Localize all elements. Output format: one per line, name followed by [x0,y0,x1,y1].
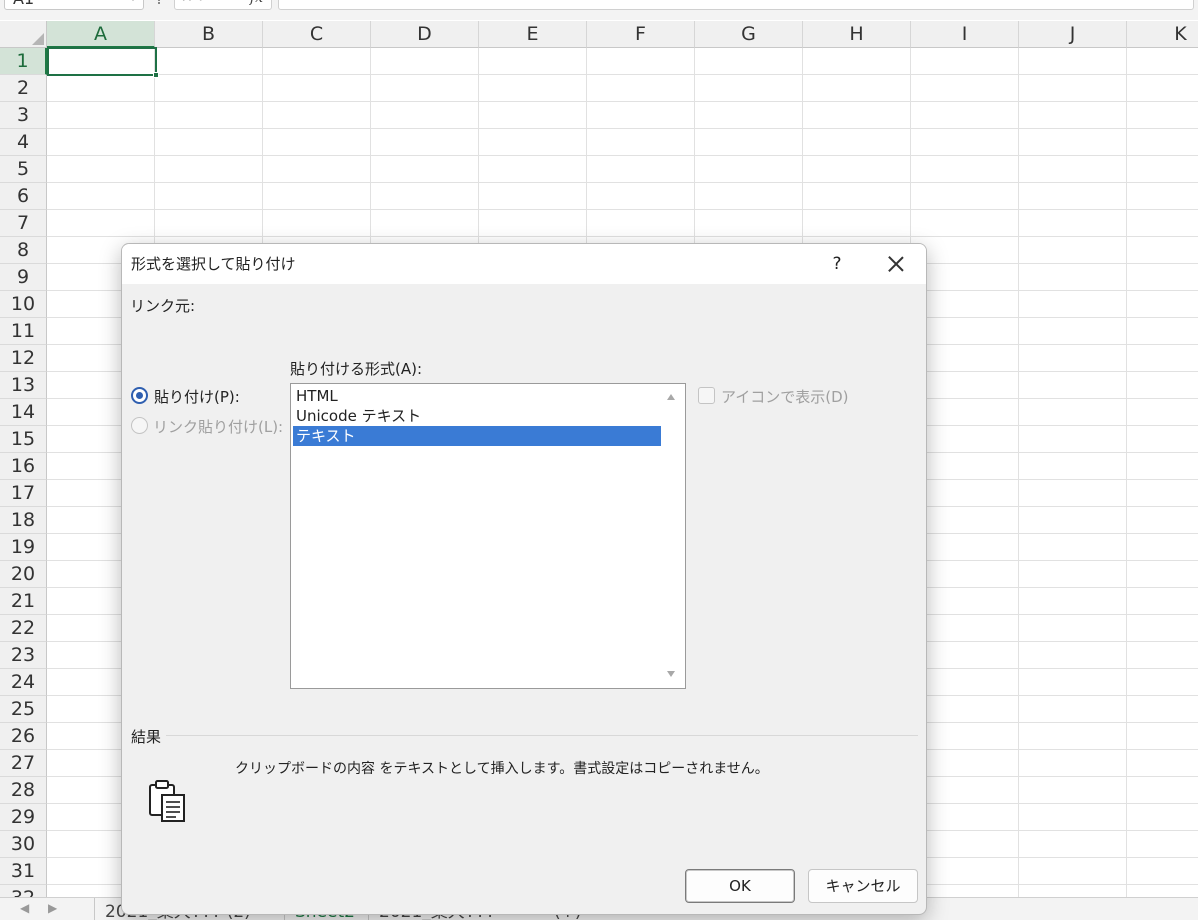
clipboard-icon [149,780,185,822]
format-label-text: 貼り付ける形式(A): [290,360,423,378]
row-header[interactable]: 24 [0,669,47,696]
column-headers: ABCDEFGHIJK [47,21,1198,48]
formula-input[interactable] [278,0,1194,10]
row-header[interactable]: 8 [0,237,47,264]
select-all-corner[interactable] [0,21,47,48]
column-header[interactable]: E [479,21,587,48]
result-description: クリップボードの内容 をテキストとして挿入します。書式設定はコピーされません。 [235,761,769,777]
paste-radio[interactable] [131,387,148,404]
list-item[interactable]: HTML [293,386,661,406]
column-header[interactable]: B [155,21,263,48]
column-header[interactable]: C [263,21,371,48]
row-header[interactable]: 14 [0,399,47,426]
ok-button[interactable]: OK [685,869,795,903]
column-header[interactable]: D [371,21,479,48]
row-header[interactable]: 26 [0,723,47,750]
row-header[interactable]: 11 [0,318,47,345]
row-header[interactable]: 23 [0,642,47,669]
scroll-down-icon[interactable] [667,671,675,677]
row-header[interactable]: 6 [0,183,47,210]
dialog-title: 形式を選択して貼り付け [131,255,296,273]
row-header[interactable]: 7 [0,210,47,237]
insert-function-icon[interactable]: fx [250,0,263,7]
chevron-down-icon[interactable] [127,0,139,1]
row-header[interactable]: 20 [0,561,47,588]
list-item[interactable]: Unicode テキスト [293,406,661,426]
row-header[interactable]: 2 [0,75,47,102]
column-header[interactable]: J [1019,21,1127,48]
row-header[interactable]: 10 [0,291,47,318]
tab-prev-icon[interactable]: ◀ [20,901,29,915]
paste-special-dialog: 形式を選択して貼り付け ? リンク元: 貼り付ける形式(A): 貼り付け(P):… [121,243,927,915]
row-header[interactable]: 28 [0,777,47,804]
column-header[interactable]: K [1127,21,1198,48]
formula-bar: A1 ✕ ✓ fx [0,0,1198,20]
column-header[interactable]: I [911,21,1019,48]
fill-handle[interactable] [153,72,159,78]
row-header[interactable]: 5 [0,156,47,183]
row-header[interactable]: 17 [0,480,47,507]
row-header[interactable]: 27 [0,750,47,777]
row-header[interactable]: 15 [0,426,47,453]
row-header[interactable]: 9 [0,264,47,291]
result-label: 結果 [131,728,162,746]
name-box[interactable]: A1 [4,0,144,10]
cancel-confirm-icons[interactable]: ✕ ✓ [181,0,209,6]
row-header[interactable]: 22 [0,615,47,642]
row-header[interactable]: 30 [0,831,47,858]
row-headers: 1 2 3 4 5 6 7 8 9 10 11 12 13 14 15 16 17 18 19 20 21 22 23 24 2… [0,48,47,912]
row-header[interactable]: 16 [0,453,47,480]
active-cell[interactable] [47,47,157,76]
column-header[interactable]: F [587,21,695,48]
row-header[interactable]: 18 [0,507,47,534]
result-divider [166,735,918,736]
row-header[interactable]: 21 [0,588,47,615]
help-button[interactable]: ? [824,250,850,278]
display-as-icon-label[interactable]: アイコンで表示(D) [721,386,849,407]
column-header[interactable]: A [47,21,155,48]
display-as-icon-checkbox[interactable] [698,387,715,404]
formula-bar-separator [158,0,161,4]
name-box-value: A1 [13,0,34,8]
row-header[interactable]: 3 [0,102,47,129]
link-paste-radio[interactable] [131,417,148,434]
row-header[interactable]: 29 [0,804,47,831]
close-icon[interactable] [882,250,910,278]
list-item-selected[interactable]: テキスト [293,426,661,446]
dialog-titlebar: 形式を選択して貼り付け ? [122,244,926,284]
row-header[interactable]: 12 [0,345,47,372]
row-header[interactable]: 4 [0,129,47,156]
format-listbox[interactable]: HTML Unicode テキスト テキスト [290,383,686,689]
row-header[interactable]: 31 [0,858,47,885]
source-label: リンク元: [130,297,196,315]
cancel-button[interactable]: キャンセル [808,869,918,903]
row-header[interactable]: 13 [0,372,47,399]
column-header[interactable]: G [695,21,803,48]
link-paste-radio-label[interactable]: リンク貼り付け(L): [153,416,283,437]
formula-controls[interactable]: ✕ ✓ fx [174,0,272,10]
row-header[interactable]: 19 [0,534,47,561]
row-header[interactable]: 1 [0,48,47,75]
row-header[interactable]: 25 [0,696,47,723]
paste-radio-label[interactable]: 貼り付け(P): [154,386,240,407]
column-header[interactable]: H [803,21,911,48]
scroll-up-icon[interactable] [667,394,675,400]
tab-next-icon[interactable]: ▶ [48,901,57,915]
format-label: 貼り付ける形式(A): [290,358,422,379]
